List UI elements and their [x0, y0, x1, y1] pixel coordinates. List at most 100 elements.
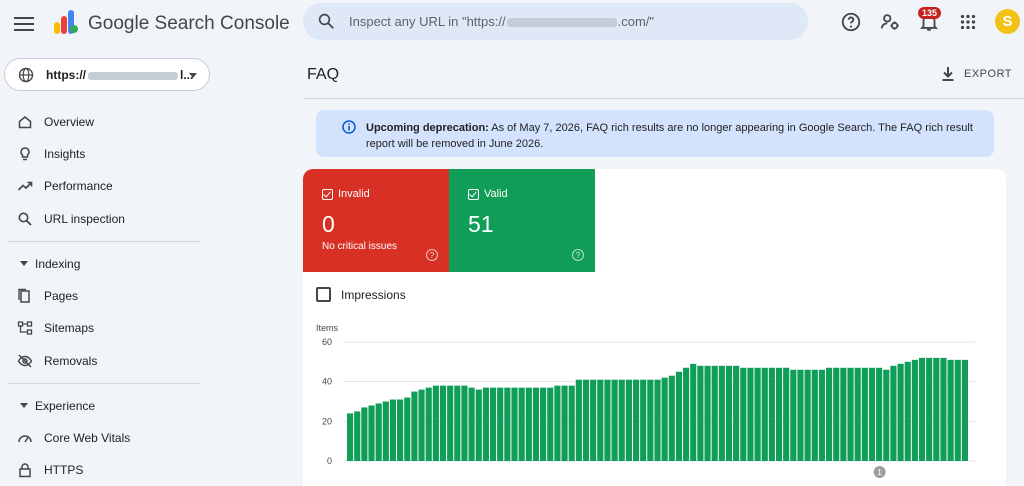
- nav-item-overview[interactable]: Overview: [0, 108, 210, 136]
- nav-item-performance[interactable]: Performance: [0, 172, 210, 200]
- chart-bar: [547, 387, 554, 461]
- banner-title: Upcoming deprecation:: [366, 122, 489, 134]
- search-placeholder-prefix: Inspect any URL in "https://: [349, 14, 506, 29]
- chart-bar: [468, 387, 475, 461]
- help-icon[interactable]: ?: [426, 249, 438, 261]
- nav-item-insights[interactable]: Insights: [0, 140, 210, 168]
- pages-icon: [18, 288, 30, 303]
- nav-label: Insights: [44, 147, 86, 161]
- nav-item-core-web-vitals[interactable]: Core Web Vitals: [0, 424, 210, 452]
- chart-bar: [590, 379, 597, 461]
- sidebar-divider: [8, 383, 200, 384]
- speedometer-icon: [18, 435, 32, 443]
- redacted-property: [88, 72, 178, 80]
- chart-bar: [482, 387, 489, 461]
- chart-bar: [382, 401, 389, 461]
- y-tick-label: 20: [322, 416, 332, 426]
- valid-tile[interactable]: Valid 51 ?: [449, 169, 595, 272]
- bar-chart: Items 0 20 40 60 1: [316, 323, 975, 478]
- search-console-logo[interactable]: [52, 8, 80, 36]
- info-icon: [342, 120, 356, 134]
- chart-bar: [933, 357, 940, 461]
- chart-bar: [675, 371, 683, 461]
- section-indexing[interactable]: Indexing: [0, 252, 210, 276]
- manage-users-icon[interactable]: [879, 11, 901, 33]
- chart-bar: [740, 367, 747, 461]
- account-avatar[interactable]: S: [995, 9, 1020, 34]
- deprecation-banner: Upcoming deprecation: As of May 7, 2026,…: [316, 110, 994, 157]
- chart-bar: [854, 367, 861, 461]
- checkbox-checked-icon[interactable]: [322, 189, 333, 200]
- checkbox-checked-icon[interactable]: [468, 189, 479, 200]
- report-card: Invalid 0 No critical issues ? Valid 51 …: [303, 169, 1006, 486]
- nav-item-sitemaps[interactable]: Sitemaps: [0, 314, 210, 342]
- chart-bar: [454, 385, 461, 461]
- chart-bar: [418, 389, 425, 461]
- apps-grid-icon[interactable]: [957, 11, 979, 33]
- chart-bar: [797, 369, 804, 461]
- chart-bar: [640, 379, 647, 461]
- chart-bar: [368, 405, 375, 461]
- lock-icon: [19, 463, 31, 478]
- chart-bar: [618, 379, 625, 461]
- tile-subtitle: No critical issues: [322, 241, 398, 252]
- chart-bar: [397, 399, 404, 461]
- chart-bar: [783, 367, 790, 461]
- chart-bar: [840, 367, 847, 461]
- chart-bar: [890, 365, 897, 461]
- chart-bar: [354, 411, 361, 461]
- main-menu-icon[interactable]: [14, 14, 34, 32]
- chart-bar: [411, 391, 418, 461]
- help-icon[interactable]: [840, 11, 862, 33]
- chart-bar: [647, 379, 654, 461]
- chart-bar: [733, 365, 740, 461]
- chart-bar: [833, 367, 840, 461]
- chart-bar: [954, 359, 961, 461]
- nav-item-pages[interactable]: Pages: [0, 282, 210, 310]
- collapse-arrow-icon: [20, 261, 28, 266]
- chart-bar: [532, 387, 540, 461]
- chart-bar: [511, 387, 518, 461]
- property-selector[interactable]: https://l...: [4, 58, 210, 91]
- chevron-down-icon: [189, 73, 197, 78]
- items-chart: Items 0 20 40 60 1: [303, 319, 1006, 486]
- invalid-tile[interactable]: Invalid 0 No critical issues ?: [303, 169, 449, 272]
- header-divider: [303, 98, 1024, 99]
- chart-bar: [883, 369, 890, 461]
- chart-bar: [404, 397, 411, 461]
- chart-bar: [361, 407, 368, 461]
- chart-bar: [754, 367, 761, 461]
- checkbox-unchecked-icon[interactable]: [316, 287, 331, 302]
- search-bar[interactable]: Inspect any URL in "https:// .com/": [303, 3, 808, 40]
- chart-bar: [711, 365, 718, 461]
- nav-label: Performance: [44, 179, 113, 193]
- section-experience[interactable]: Experience: [0, 394, 210, 418]
- eye-off-icon: [17, 354, 33, 368]
- nav-item-removals[interactable]: Removals: [0, 347, 210, 375]
- chart-bar: [811, 369, 818, 461]
- chart-bar: [568, 385, 575, 461]
- search-input[interactable]: Inspect any URL in "https:// .com/": [349, 14, 654, 29]
- chart-bar: [625, 379, 632, 461]
- chart-bar: [947, 359, 954, 461]
- section-label: Experience: [35, 399, 96, 413]
- tile-label: Invalid: [338, 188, 370, 200]
- chart-bar: [826, 367, 833, 461]
- chart-bar: [697, 365, 704, 461]
- chart-bar: [632, 379, 640, 461]
- chart-bar: [747, 367, 754, 461]
- nav-item-https[interactable]: HTTPS: [0, 456, 210, 484]
- search-icon: [318, 13, 334, 29]
- chart-bar: [575, 379, 582, 461]
- chart-bar: [540, 387, 547, 461]
- sidebar-divider: [8, 241, 200, 242]
- chart-bar: [818, 369, 826, 461]
- chart-bar: [518, 387, 525, 461]
- tile-value: 51: [468, 211, 494, 237]
- y-tick-label: 0: [327, 456, 332, 466]
- chart-bar: [790, 369, 797, 461]
- nav-label: Sitemaps: [44, 321, 95, 335]
- nav-item-url-inspection[interactable]: URL inspection: [0, 205, 210, 233]
- chart-bar: [668, 375, 675, 461]
- help-icon[interactable]: ?: [572, 249, 584, 261]
